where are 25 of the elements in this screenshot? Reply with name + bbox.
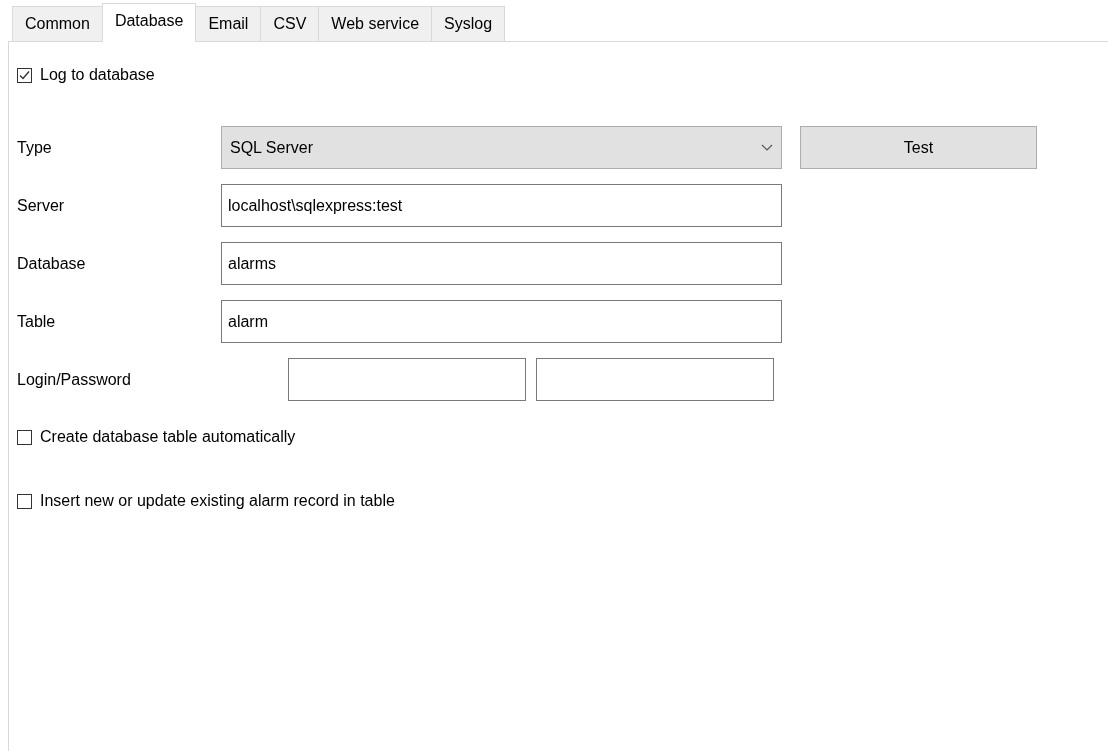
tab[interactable]: Email bbox=[195, 6, 262, 41]
field-label: Type bbox=[17, 137, 53, 158]
chevron-down-icon bbox=[761, 144, 773, 151]
field-label: Login/Password bbox=[17, 369, 132, 390]
field-label: Server bbox=[17, 195, 66, 216]
test-button[interactable]: Test bbox=[800, 126, 1037, 169]
checkbox[interactable] bbox=[17, 67, 32, 83]
tab[interactable]: Common bbox=[12, 6, 103, 41]
type-dropdown[interactable]: SQL Server bbox=[221, 126, 782, 169]
input-field[interactable]: alarms bbox=[221, 242, 782, 285]
checkbox[interactable] bbox=[17, 493, 32, 509]
tab[interactable]: Web service bbox=[318, 6, 433, 41]
tab[interactable]: Syslog bbox=[431, 6, 506, 41]
login-field[interactable] bbox=[288, 358, 526, 401]
tab[interactable]: CSV bbox=[260, 6, 320, 41]
checkbox[interactable] bbox=[17, 429, 32, 445]
field-label: Table bbox=[17, 311, 57, 332]
field-label: Database bbox=[17, 253, 87, 274]
checkbox-label: Insert new or update existing alarm record in table bbox=[40, 491, 395, 511]
input-field[interactable]: localhost\sqlexpress:test bbox=[221, 184, 782, 227]
input-field[interactable]: alarm bbox=[221, 300, 782, 343]
checkbox-label: Log to database bbox=[40, 65, 155, 85]
checkbox-label: Create database table automatically bbox=[40, 427, 296, 447]
tab[interactable]: Database bbox=[101, 3, 197, 42]
password-field[interactable] bbox=[536, 358, 774, 401]
